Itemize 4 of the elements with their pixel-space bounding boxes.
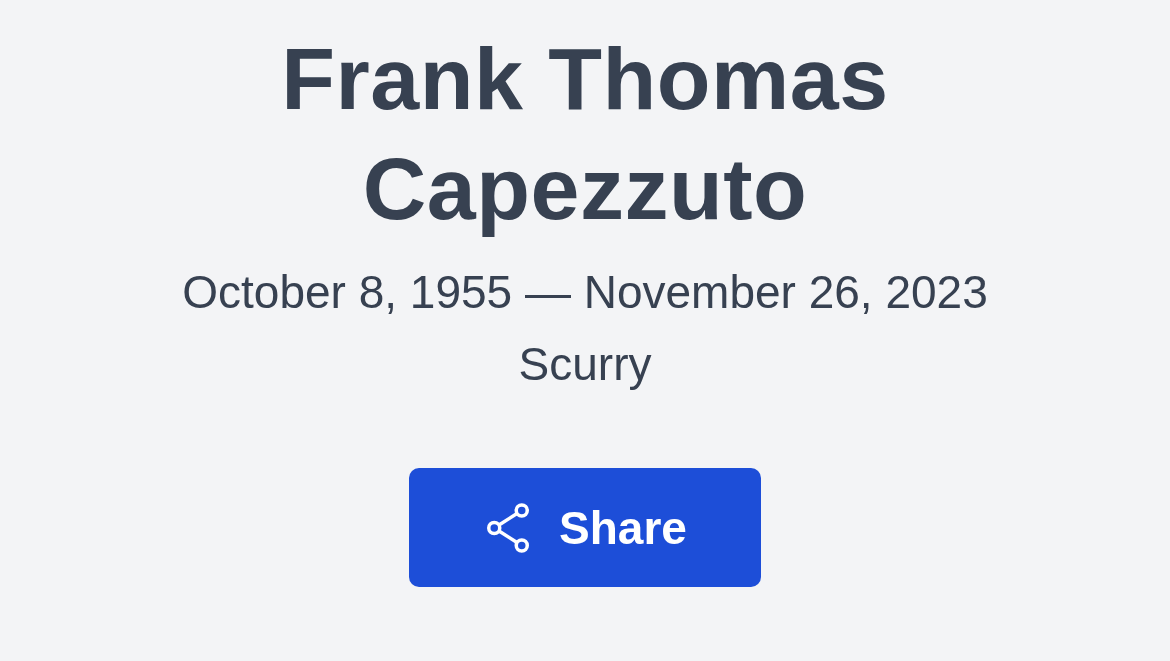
person-name: Frank Thomas Capezzuto bbox=[280, 28, 890, 240]
life-dates: October 8, 1955 — November 26, 2023 bbox=[182, 265, 988, 320]
location-text: Scurry bbox=[518, 337, 652, 392]
share-button[interactable]: Share bbox=[409, 468, 761, 587]
